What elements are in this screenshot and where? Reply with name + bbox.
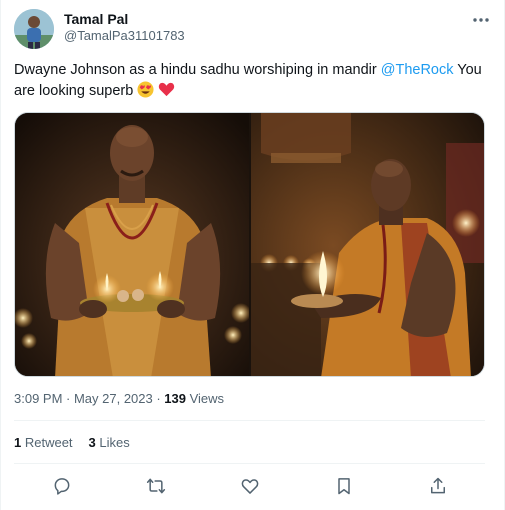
retweets-label: Retweet [21,435,73,450]
tweet-text-body: Dwayne Johnson as a hindu sadhu worshipi… [14,62,381,78]
author-name[interactable]: Tamal Pal [64,11,128,27]
divider-top [14,420,485,421]
tweet-card: Tamal Pal @TamalPa31101783 Dwayne Johnso… [0,0,505,510]
more-horizontal-icon [473,18,489,22]
share-icon [431,477,445,494]
share-button[interactable] [426,474,450,498]
bookmark-button[interactable] [332,474,356,498]
views-label: Views [186,391,225,406]
heart-icon [241,479,259,494]
likes-stat[interactable]: 3 Likes [89,435,130,450]
retweet-button[interactable] [144,474,168,498]
author-handle[interactable]: @TamalPa31101783 [64,28,185,43]
action-bar [14,474,485,498]
retweet-icon [146,478,166,494]
engagement-stats: 1 Retweet 3 Likes [14,435,130,450]
views-count: 139 [164,391,186,406]
reply-button[interactable] [50,474,74,498]
tweet-meta: 3:09 PM · May 27, 2023 · 139 Views [14,391,224,406]
heart-eyes-emoji-icon [137,81,154,105]
mention-link[interactable]: @TheRock [381,62,454,78]
tweet-text: Dwayne Johnson as a hindu sadhu worshipi… [14,60,484,105]
media-grid [14,112,485,377]
bookmark-icon [338,478,350,495]
timestamp[interactable]: 3:09 PM · May 27, 2023 · [14,391,164,406]
divider-bottom [14,463,485,464]
avatar[interactable] [14,9,54,49]
likes-label: Likes [95,435,130,450]
retweets-stat[interactable]: 1 Retweet [14,435,73,450]
red-heart-emoji-icon [158,81,175,105]
avatar-image [14,9,54,49]
more-options-button[interactable] [469,10,493,30]
reply-icon [54,478,70,495]
like-button[interactable] [238,474,262,498]
media-image-right[interactable] [251,113,485,377]
media-image-left[interactable] [15,113,249,377]
likes-count: 3 [88,435,96,450]
